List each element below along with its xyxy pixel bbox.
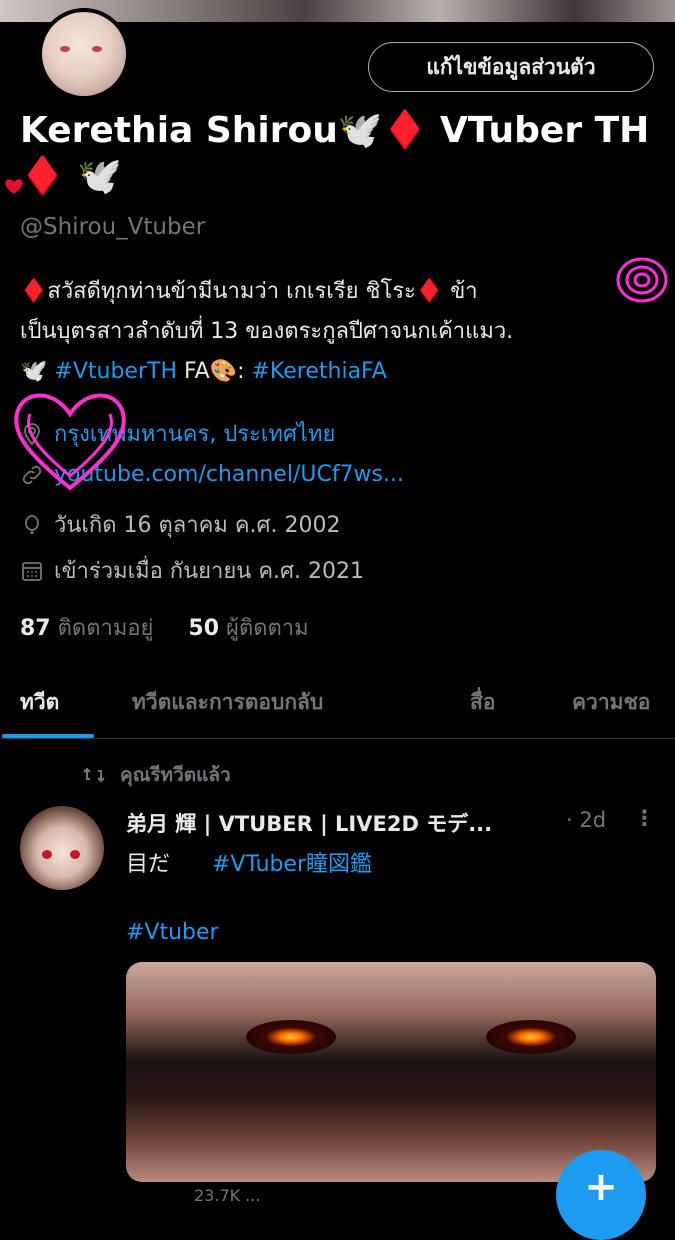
joined-text: เข้าร่วมเมื่อ กันยายน ค.ศ. 2021 [54,559,364,584]
profile-tabs: ทวีต ทวีตและการตอบกลับ สื่อ ความชอ [0,670,675,739]
hashtag-kerethiafa[interactable]: #KerethiaFA [252,359,387,384]
display-name: Kerethia Shirou🕊️♦️ VTuber TH ♦️ 🕊️ [20,110,650,197]
tweet-author-avatar[interactable] [20,806,104,890]
profile-website[interactable]: youtube.com/channel/UCf7ws... [20,462,404,487]
tab-media[interactable]: สื่อ [470,670,495,734]
retweet-indicator: คุณรีทวีตแล้ว [82,760,231,790]
followers-link[interactable]: 50 ผู้ติดตาม [188,616,308,641]
location-text: กรุงเทพมหานคร, ประเทศไทย [54,422,336,447]
tweet-timestamp[interactable]: · 2d [566,808,606,832]
tweet-stat-partial: 23.7K ... [194,1186,261,1205]
bio-line-2: เป็นบุตรสาวลำดับที่ 13 ของตระกูลปีศาจนกเ… [20,319,514,344]
tweet-more-icon[interactable]: ⋮ [634,806,655,830]
bio-line-3: 🕊️ #VtuberTH FA🎨: #KerethiaFA [20,352,660,392]
hashtag-vtuberth[interactable]: #VtuberTH [54,359,177,384]
tab-tweets-and-replies[interactable]: ทวีตและการตอบกลับ [132,670,323,734]
tab-likes[interactable]: ความชอ [572,670,650,734]
link-icon [22,465,42,484]
birthday-icon [25,514,39,534]
compose-tweet-button[interactable]: + [556,1150,646,1240]
location-icon [24,422,40,445]
profile-birthday: วันเกิด 16 ตุลาคม ค.ศ. 2002 [20,507,340,542]
bio-fa-label: FA🎨: [184,359,245,384]
follow-stats: 87 ติดตามอยู่ 50 ผู้ติดตาม [20,610,309,645]
media-eye-left [246,1020,336,1054]
bio-line-1: ♦️สวัสดีทุกท่านข้ามีนามว่า เกเรเรีย ชิโร… [20,279,478,304]
edit-profile-button[interactable]: แก้ไขข้อมูลส่วนตัว [368,42,654,92]
media-eye-right [486,1020,576,1054]
profile-location: กรุงเทพมหานคร, ประเทศไทย [20,416,335,451]
tweet-hashtag-2[interactable]: #Vtuber [126,920,219,945]
tweet-author-name[interactable]: 弟月 輝 | VTUBER | LIVE2D モデ... [126,808,551,838]
profile-joined: เข้าร่วมเมื่อ กันยายน ค.ศ. 2021 [20,553,364,588]
website-link[interactable]: youtube.com/channel/UCf7ws... [54,462,404,487]
avatar-image [42,12,126,96]
birthday-text: วันเกิด 16 ตุลาคม ค.ศ. 2002 [54,513,341,538]
tab-tweets[interactable]: ทวีต [20,670,59,734]
user-handle: @Shirou_Vtuber [20,214,206,240]
active-tab-indicator [2,734,94,738]
profile-bio: ♦️สวัสดีทุกท่านข้ามีนามว่า เกเรเรีย ชิโร… [20,272,660,392]
bio-dove: 🕊️ [20,359,48,384]
calendar-icon [22,561,42,581]
tweet-text: 目だ #VTuber瞳図鑑 [126,852,373,877]
profile-avatar[interactable] [38,8,130,100]
tweet-media-image[interactable] [126,962,656,1182]
following-link[interactable]: 87 ติดตามอยู่ [20,616,153,641]
tweet-hashtag-1[interactable]: #VTuber瞳図鑑 [212,852,372,877]
retweet-icon [83,767,105,783]
